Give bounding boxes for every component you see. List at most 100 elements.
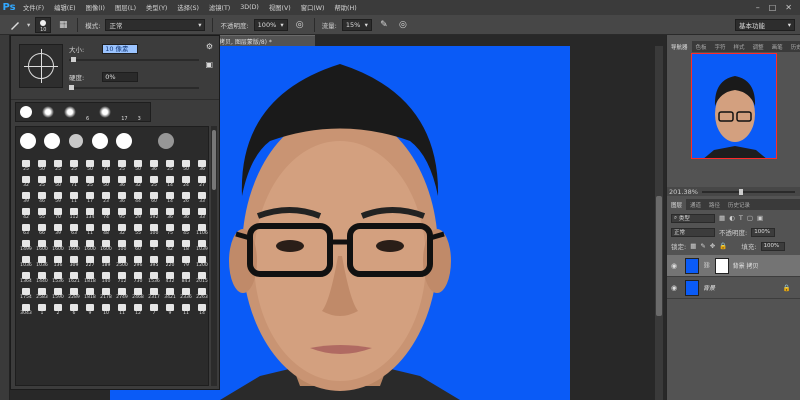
- brush-preset[interactable]: 1: [146, 237, 162, 252]
- scrollbar-thumb[interactable]: [212, 130, 216, 190]
- navigator-preview[interactable]: [691, 53, 777, 159]
- brush-preset[interactable]: 33: [194, 189, 208, 204]
- scrollbar-thumb[interactable]: [656, 196, 662, 316]
- brush-preset[interactable]: 33: [194, 205, 208, 220]
- eye-icon[interactable]: ◉: [671, 262, 681, 270]
- eye-icon[interactable]: ◉: [671, 284, 681, 292]
- brush-preset[interactable]: 50: [34, 157, 50, 172]
- brush-preset[interactable]: 63: [66, 221, 82, 236]
- brush-preset[interactable]: 42: [162, 237, 178, 252]
- pressure-opacity-icon[interactable]: ◎: [293, 18, 307, 32]
- brush-preset[interactable]: 220: [162, 253, 178, 268]
- brush-preset[interactable]: 1364: [18, 269, 34, 284]
- tab-paths[interactable]: 路径: [705, 201, 724, 209]
- brush-preset[interactable]: 11: [114, 301, 130, 316]
- brush-preset[interactable]: 36: [114, 189, 130, 204]
- brush-preset[interactable]: 25: [50, 157, 66, 172]
- brush-preset[interactable]: 48: [98, 221, 114, 236]
- brush-preset[interactable]: 32: [114, 221, 130, 236]
- brush-preset[interactable]: 12: [130, 301, 146, 316]
- brush-preset[interactable]: 71: [98, 157, 114, 172]
- brush-preset[interactable]: 1106: [194, 221, 208, 236]
- gear-icon[interactable]: ⚙: [206, 42, 213, 51]
- brush-preset[interactable]: 2317: [146, 285, 162, 300]
- size-slider-knob[interactable]: [71, 57, 76, 62]
- menu-view[interactable]: 视图(V): [264, 3, 296, 12]
- brush-preset[interactable]: 1600: [34, 237, 50, 252]
- brush-preset[interactable]: 9: [82, 301, 98, 316]
- layer-name[interactable]: 背景 拷贝: [733, 261, 759, 270]
- brush-preset[interactable]: 2263: [194, 285, 208, 300]
- tab-adjustments[interactable]: 调整: [749, 43, 768, 51]
- brush-preset[interactable]: 18: [178, 237, 194, 252]
- size-input[interactable]: 10 像素: [102, 44, 139, 54]
- brush-preset[interactable]: 25: [66, 157, 82, 172]
- brush-preset[interactable]: 25: [162, 157, 178, 172]
- tab-layers[interactable]: 图层: [667, 199, 687, 210]
- brush-preset[interactable]: 100: [146, 221, 162, 236]
- brush-preset[interactable]: 14: [162, 189, 178, 204]
- brush-preset[interactable]: 25: [34, 173, 50, 188]
- brush-preset[interactable]: 2178: [98, 285, 114, 300]
- layer-opacity-field[interactable]: 100%: [751, 227, 776, 237]
- brush-preset[interactable]: 24: [178, 173, 194, 188]
- zoom-slider-knob[interactable]: [739, 188, 744, 195]
- brush-preset[interactable]: 39: [50, 221, 66, 236]
- brush-preset[interactable]: 39: [18, 189, 34, 204]
- brush-preset[interactable]: 2749: [114, 285, 130, 300]
- menu-image[interactable]: 图像(I): [81, 3, 110, 12]
- brush-preset[interactable]: 7: [146, 301, 162, 316]
- brush-preset[interactable]: 46: [34, 189, 50, 204]
- brush-preset[interactable]: 44: [130, 189, 146, 204]
- filter-adjustment-icon[interactable]: ◐: [729, 214, 735, 222]
- brush-preset[interactable]: 71: [66, 173, 82, 188]
- brush-preset[interactable]: 2500: [114, 253, 130, 268]
- menu-edit[interactable]: 编辑(E): [49, 3, 81, 12]
- brush-preset[interactable]: 50: [98, 173, 114, 188]
- brush-preset[interactable]: 10: [98, 301, 114, 316]
- maximize-icon[interactable]: □: [769, 3, 777, 12]
- brush-preset[interactable]: 1600: [50, 237, 66, 252]
- brush-preset[interactable]: 11: [82, 221, 98, 236]
- brush-preset[interactable]: 134: [82, 205, 98, 220]
- brush-preset[interactable]: 36: [146, 157, 162, 172]
- brush-preset[interactable]: 11: [66, 189, 82, 204]
- brush-preset[interactable]: 189: [98, 253, 114, 268]
- tab-history[interactable]: 历史: [787, 43, 800, 51]
- zoom-readout[interactable]: 201.38%: [669, 188, 698, 196]
- tab-history-log[interactable]: 历史记录: [724, 201, 754, 209]
- brush-preset[interactable]: 63: [18, 221, 34, 236]
- brush-preset[interactable]: 50: [178, 157, 194, 172]
- hardness-slider-knob[interactable]: [69, 85, 74, 90]
- brush-preset[interactable]: 1600: [66, 237, 82, 252]
- brush-preset[interactable]: 55: [34, 205, 50, 220]
- layer-fill-field[interactable]: 100%: [760, 241, 785, 251]
- brush-preset[interactable]: 100: [114, 237, 130, 252]
- brush-preset[interactable]: 36: [194, 157, 208, 172]
- recent-brush-soft[interactable]: [99, 106, 112, 118]
- filter-type-icon[interactable]: T: [739, 214, 743, 222]
- brush-preset[interactable]: 1536: [50, 269, 66, 284]
- menu-type[interactable]: 类型(Y): [141, 3, 172, 12]
- chevron-down-icon[interactable]: ▾: [27, 21, 30, 29]
- recent-brush-soft[interactable]: [64, 106, 76, 118]
- layer-item[interactable]: ◉ 背景 🔒: [667, 277, 800, 299]
- brush-preset[interactable]: 227: [82, 253, 98, 268]
- pressure-size-icon[interactable]: ◎: [396, 18, 410, 32]
- hardness-input[interactable]: 0%: [102, 72, 139, 82]
- brush-preset[interactable]: 730: [130, 269, 146, 284]
- lock-brush-icon[interactable]: ✎: [700, 242, 705, 250]
- brush-preset[interactable]: 79: [178, 253, 194, 268]
- brush-preset[interactable]: 2336: [178, 285, 194, 300]
- brush-preset[interactable]: 192: [146, 205, 162, 220]
- brush-preset[interactable]: 309: [66, 253, 82, 268]
- brush-preset[interactable]: 26: [178, 189, 194, 204]
- brush-preset-picker[interactable]: 10: [35, 16, 52, 33]
- brush-tool-icon[interactable]: [8, 18, 22, 32]
- mode-select[interactable]: 正常 ▾: [105, 18, 206, 31]
- brush-preset[interactable]: 296: [130, 253, 146, 268]
- brush-grid-scrollbar[interactable]: [211, 126, 217, 386]
- layer-item[interactable]: ◉ ⛓ 背景 拷贝: [667, 255, 800, 277]
- brush-preset[interactable]: 32: [18, 173, 34, 188]
- brush-preset[interactable]: 1: [34, 301, 50, 316]
